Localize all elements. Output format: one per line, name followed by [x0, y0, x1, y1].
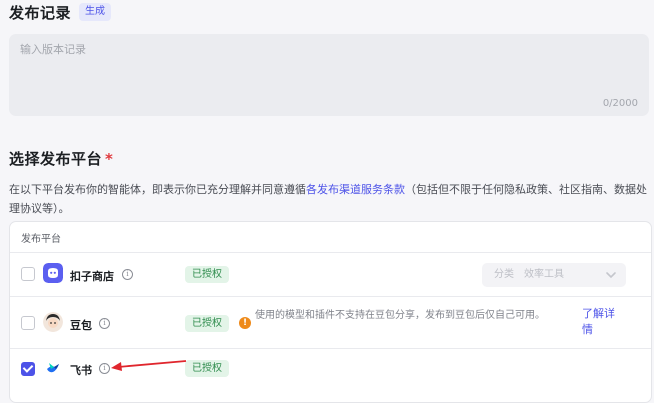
publish-page: 发布记录 生成 输入版本记录 0/2000 选择发布平台 * 在以下平台发布你的智…	[0, 0, 654, 403]
annotation-arrow	[111, 360, 187, 371]
